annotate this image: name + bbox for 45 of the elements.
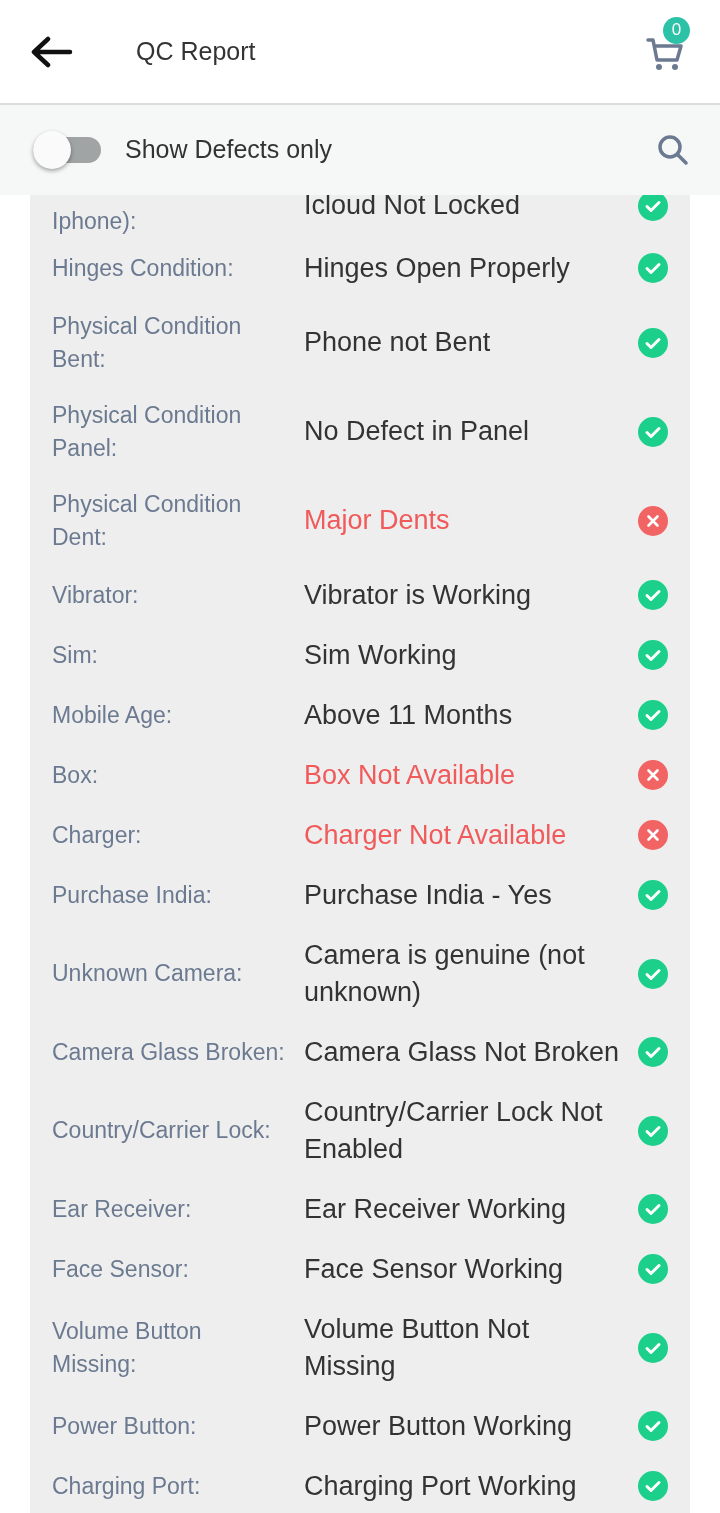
field-value: Purchase India - Yes: [304, 878, 553, 912]
field-label: Mobile Age:: [52, 700, 174, 730]
field-label: Vibrator:: [52, 580, 140, 610]
field-value: Vibrator is Working: [304, 578, 533, 612]
field-value: Major Dents: [304, 504, 451, 537]
field-value: Face Sensor Working: [304, 1252, 565, 1286]
field-value: Phone not Bent: [304, 326, 492, 359]
field-label: Charger:: [52, 820, 143, 850]
field-label: Box:: [52, 760, 100, 790]
field-value: Sim Working: [304, 638, 458, 672]
field-label: Hinges Condition:: [52, 253, 235, 283]
field-value: Ear Receiver Working: [304, 1192, 568, 1226]
back-arrow-icon[interactable]: [30, 35, 74, 68]
field-value: Charger Not Available: [304, 818, 568, 852]
field-value: Above 11 Months: [304, 698, 514, 732]
field-label: Unknown Camera:: [52, 959, 244, 988]
field-label: Charging Port:: [52, 1471, 202, 1501]
field-value: No Defect in Panel: [304, 415, 531, 448]
field-label: Volume Button Missing:: [52, 1316, 203, 1379]
field-label: Physical Condition Bent:: [52, 311, 243, 374]
field-value: Charging Port Working: [304, 1469, 578, 1503]
field-value: Country/Carrier Lock Not Enabled: [304, 1095, 604, 1166]
field-value: Power Button Working: [304, 1409, 574, 1443]
field-value: Camera is genuine (not unknown): [304, 938, 586, 1009]
field-label: Sim:: [52, 640, 99, 670]
field-label: Ear Receiver:: [52, 1194, 193, 1224]
field-value: Icloud Not Locked: [304, 195, 522, 222]
cart-count-badge: 0: [663, 16, 690, 44]
field-label: Iphone):: [52, 207, 138, 236]
field-value: Volume Button Not Missing: [304, 1312, 531, 1383]
cart-icon[interactable]: [646, 35, 684, 72]
field-value: Box Not Available: [304, 758, 517, 792]
filter-label: Show Defects only: [125, 134, 333, 166]
field-label: Face Sensor:: [52, 1254, 190, 1284]
field-label: Physical Condition Dent:: [52, 489, 243, 552]
field-label: Physical Condition Panel:: [52, 400, 243, 463]
field-label: Country/Carrier Lock:: [52, 1116, 272, 1145]
field-label: Camera Glass Broken:: [52, 1037, 286, 1067]
field-label: Power Button:: [52, 1411, 198, 1441]
field-value: Hinges Open Properly: [304, 251, 571, 285]
search-icon[interactable]: [657, 134, 689, 166]
field-label: Purchase India:: [52, 880, 213, 910]
page-title: QC Report: [136, 35, 256, 67]
field-value: Camera Glass Not Broken: [304, 1035, 621, 1069]
toggle-switch[interactable]: [33, 131, 101, 169]
